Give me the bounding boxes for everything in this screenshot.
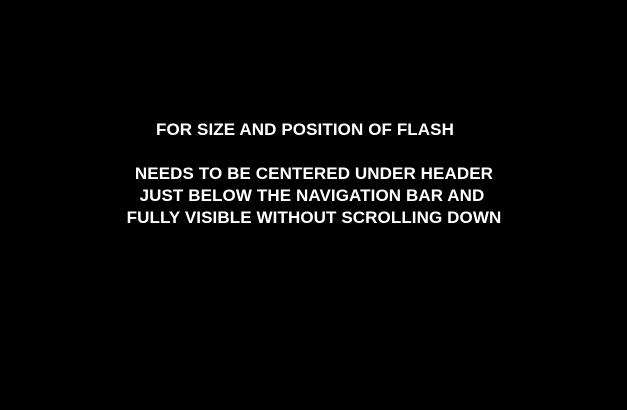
flash-placeholder: FOR SIZE AND POSITION OF FLASH NEEDS TO … <box>0 0 627 410</box>
placeholder-title: FOR SIZE AND POSITION OF FLASH <box>156 120 454 139</box>
instruction-line-2: JUST BELOW THE NAVIGATION BAR AND <box>139 186 485 205</box>
instruction-line-1: NEEDS TO BE CENTERED UNDER HEADER <box>134 164 494 183</box>
instruction-line-3: FULLY VISIBLE WITHOUT SCROLLING DOWN <box>126 208 502 227</box>
